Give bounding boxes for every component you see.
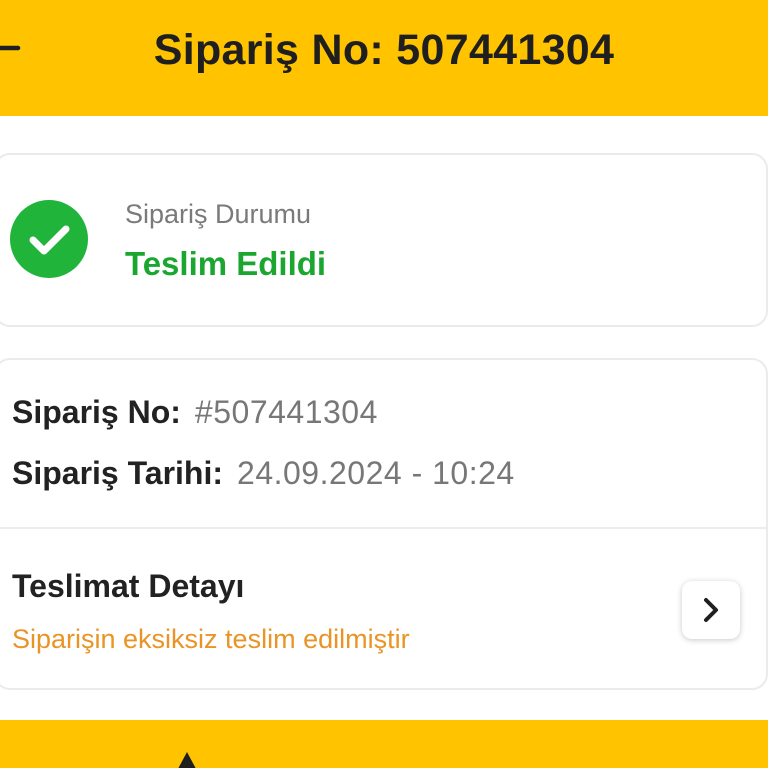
order-number-label: Sipariş No: (12, 394, 181, 430)
status-label: Sipariş Durumu (125, 199, 312, 229)
order-info-card: Sipariş No: #507441304 Sipariş Tarihi: 24.… (0, 358, 768, 690)
check-circle-icon (10, 200, 88, 278)
delivery-detail-message: Siparişin eksiksiz teslim edilmiştir (12, 624, 410, 654)
order-date-label: Sipariş Tarihi: (12, 455, 224, 491)
order-status-card: Sipariş Durumu Teslim Edildi (0, 153, 768, 327)
bottom-action-button[interactable] (0, 720, 768, 768)
warning-icon (178, 752, 196, 768)
order-number-row: Sipariş No: #507441304 (12, 394, 378, 431)
order-number-value: #507441304 (194, 394, 378, 430)
delivery-detail-title: Teslimat Detayı (12, 568, 245, 604)
app-header: Sipariş No: 507441304 (0, 0, 768, 116)
divider (0, 527, 766, 529)
page-title: Sipariş No: 507441304 (153, 26, 615, 74)
order-date-value: 24.09.2024 - 10:24 (237, 455, 515, 491)
delivery-detail-button[interactable] (682, 581, 740, 639)
chevron-right-icon (704, 598, 718, 622)
order-date-row: Sipariş Tarihi: 24.09.2024 - 10:24 (12, 455, 515, 492)
status-value: Teslim Edildi (125, 245, 327, 282)
